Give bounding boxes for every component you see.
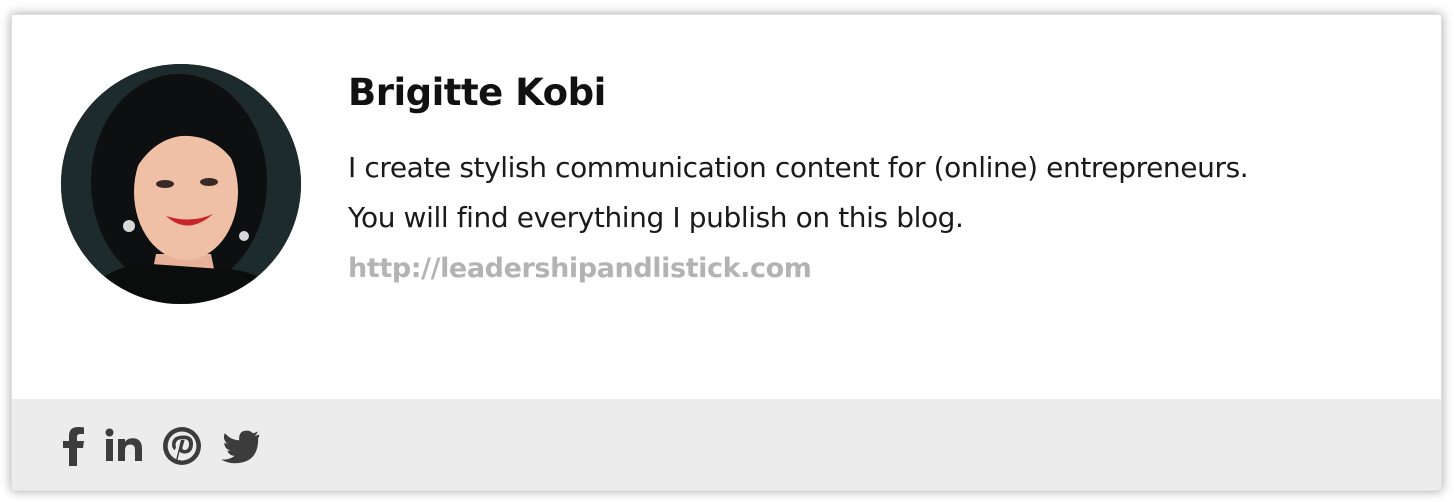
pinterest-icon[interactable]	[162, 426, 202, 466]
linkedin-icon[interactable]	[104, 426, 144, 466]
author-name: Brigitte Kobi	[348, 71, 606, 114]
author-avatar	[61, 64, 301, 304]
author-box: Brigitte Kobi I create stylish communica…	[11, 14, 1442, 491]
author-bio-line: You will find everything I publish on th…	[348, 201, 964, 234]
facebook-icon[interactable]	[60, 426, 86, 466]
author-bio: I create stylish communication content f…	[348, 143, 1428, 243]
twitter-icon[interactable]	[220, 426, 260, 466]
author-bio-line: I create stylish communication content f…	[348, 151, 1249, 184]
author-website-link[interactable]: http://leadershipandlistick.com	[348, 253, 812, 284]
social-links-bar	[12, 399, 1441, 490]
author-photo	[61, 64, 301, 304]
